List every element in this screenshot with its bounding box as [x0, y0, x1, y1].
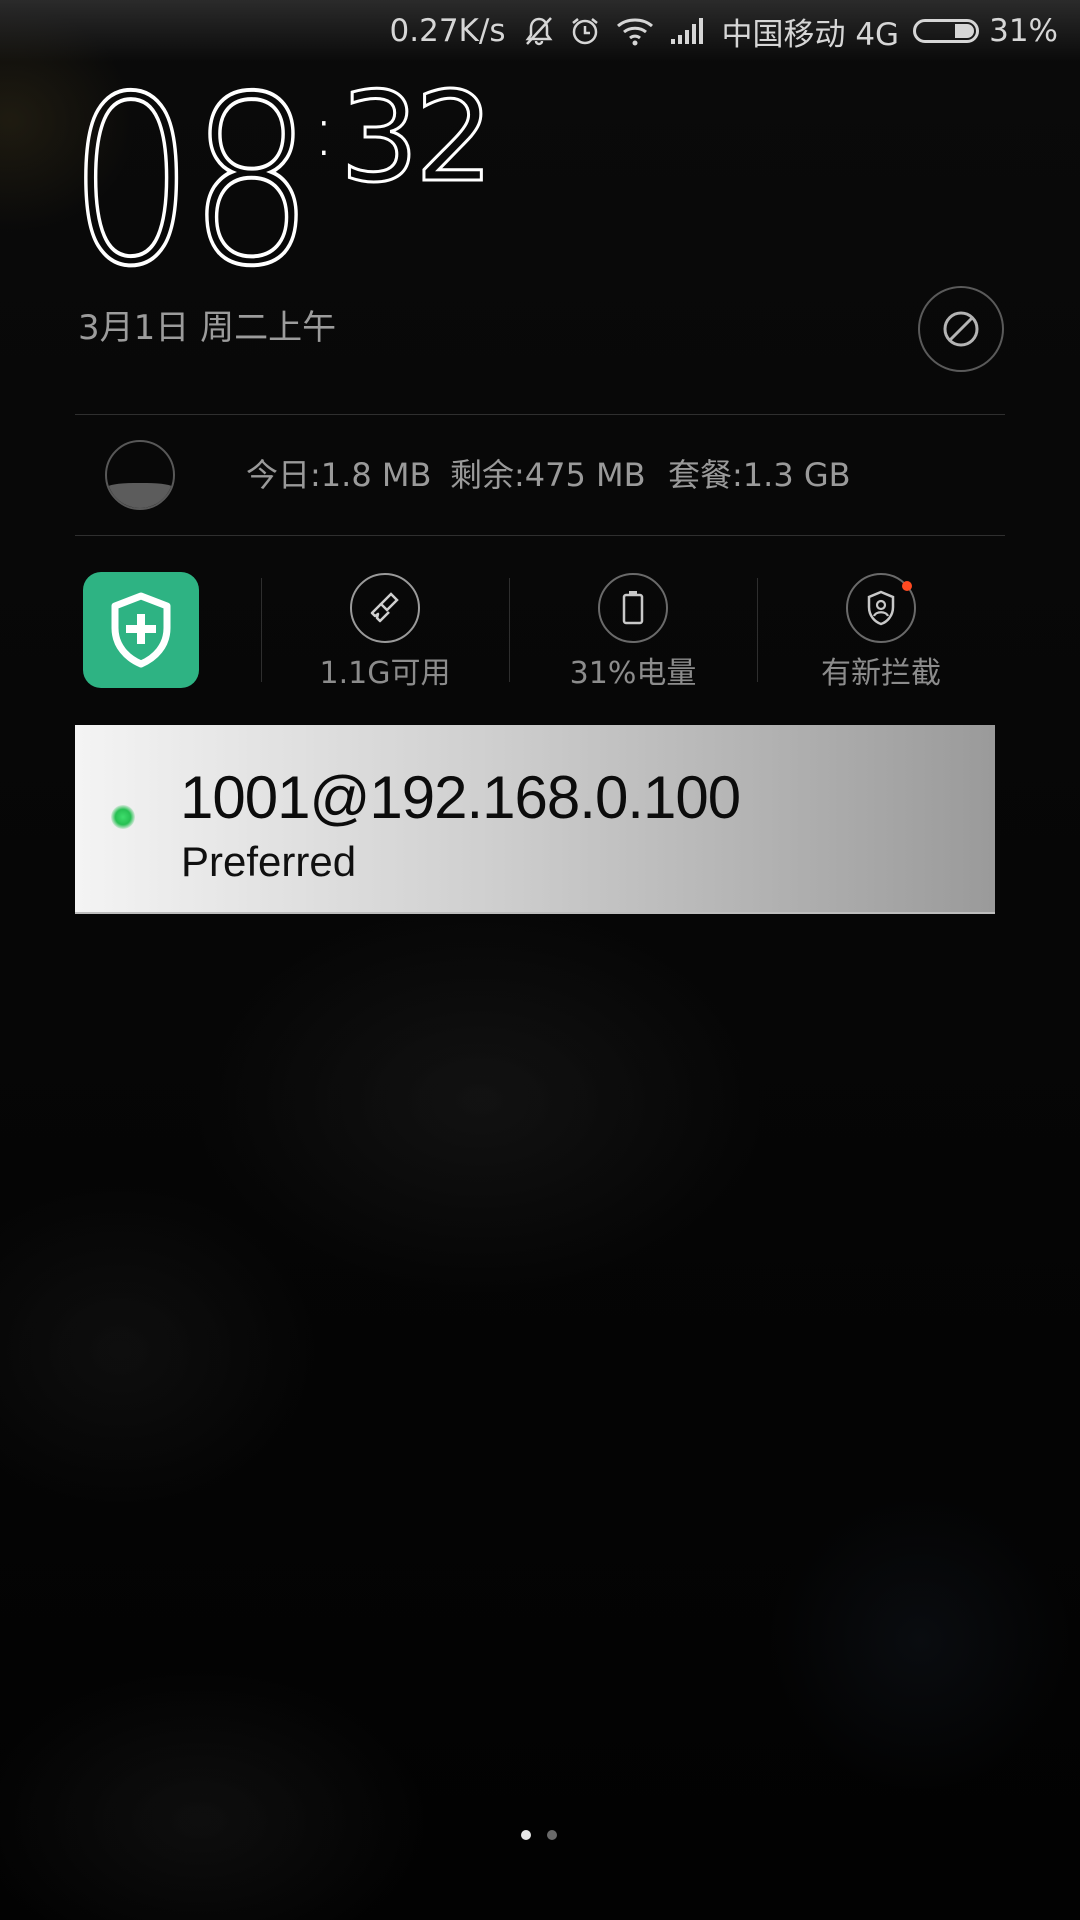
notification-subtitle: Preferred	[181, 838, 357, 885]
data-usage-gauge[interactable]	[105, 440, 175, 510]
notification-title: 1001@192.168.0.100	[180, 764, 741, 831]
status-dot-icon	[111, 805, 135, 829]
shield-user-icon	[867, 590, 895, 626]
lock-screen: 0.27K/s 中国移动 4G 31% 08 : 32 3月1日 周二上午 今日…	[0, 0, 1080, 1920]
alarm-icon	[569, 15, 601, 47]
interception-label: 有新拦截	[821, 656, 941, 691]
security-app-button[interactable]	[83, 572, 199, 688]
page-indicator-active	[521, 1830, 531, 1840]
battery-label: 31%电量	[569, 656, 697, 691]
clock-hours: 08	[66, 47, 316, 317]
clock-colon: :	[312, 90, 336, 172]
battery-icon	[913, 19, 980, 43]
net-speed: 0.27K/s	[389, 13, 506, 49]
date-label: 3月1日 周二上午	[78, 308, 337, 348]
page-indicator	[547, 1830, 557, 1840]
memory-label: 1.1G可用	[319, 656, 451, 691]
wifi-icon	[615, 16, 655, 46]
data-gauge-fill	[107, 482, 173, 508]
memory-cleaner-button[interactable]	[350, 573, 420, 643]
broom-icon	[370, 592, 399, 623]
mute-icon	[523, 15, 555, 47]
security-shield-icon	[111, 592, 171, 668]
do-not-disturb-button[interactable]	[918, 286, 1004, 372]
data-remaining: 剩余:475 MB	[450, 456, 646, 494]
separator	[509, 578, 510, 682]
block-icon	[943, 311, 979, 347]
carrier-label: 中国移动 4G	[721, 16, 900, 53]
separator	[261, 578, 262, 682]
clock-minutes: 32	[339, 66, 496, 210]
signal-icon	[669, 17, 707, 45]
battery-saver-button[interactable]	[598, 573, 668, 643]
sip-notification[interactable]: 1001@192.168.0.100 Preferred	[75, 725, 995, 914]
data-today: 今日:1.8 MB	[246, 456, 432, 494]
divider	[75, 535, 1005, 536]
separator	[757, 578, 758, 682]
battery-icon	[622, 591, 644, 625]
data-plan: 套餐:1.3 GB	[668, 456, 851, 494]
divider	[75, 414, 1005, 415]
battery-percent: 31%	[989, 13, 1058, 49]
new-alert-dot	[902, 581, 912, 591]
